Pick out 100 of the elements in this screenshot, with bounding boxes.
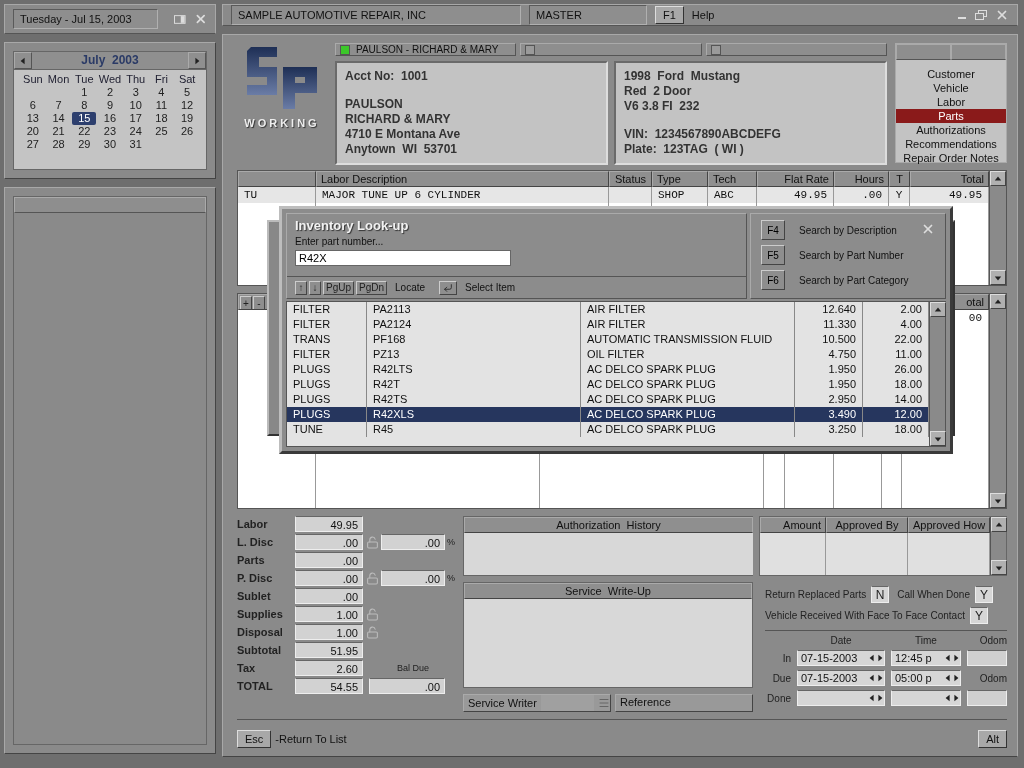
table-cell[interactable]: 12.00 — [863, 407, 929, 422]
menu-tab[interactable] — [951, 44, 1006, 60]
table-cell[interactable]: AC DELCO SPARK PLUG — [581, 407, 795, 422]
part-number-field[interactable]: R42X — [295, 250, 511, 266]
flag-label: Return Replaced Parts — [765, 589, 867, 600]
odometer-field[interactable] — [967, 650, 1007, 666]
menu-item[interactable]: Parts — [896, 109, 1006, 123]
close-icon[interactable] — [921, 222, 935, 236]
calendar-day[interactable]: 25 — [149, 125, 174, 138]
calendar-day[interactable]: 19 — [175, 112, 200, 125]
scroll-up-button[interactable] — [930, 302, 946, 317]
time-field[interactable]: 05:00 p — [891, 670, 961, 686]
calendar-day[interactable]: 11 — [149, 99, 174, 112]
calendar-day[interactable]: 10 — [123, 99, 148, 112]
menu-item[interactable]: Vehicle — [896, 81, 1006, 95]
function-key[interactable]: F5 — [761, 245, 785, 265]
table-cell[interactable]: PLUGS — [287, 407, 367, 422]
vehicle-line: 1998 Ford Mustang — [624, 69, 742, 84]
calendar-day[interactable]: 23 — [98, 125, 122, 138]
date-field[interactable]: 07-15-2003 — [797, 670, 885, 686]
odometer-field[interactable] — [967, 690, 1007, 706]
restore-icon[interactable] — [975, 10, 987, 20]
customer-tab[interactable] — [705, 43, 887, 56]
navigation-key[interactable]: PgUp — [323, 280, 354, 295]
calendar-day[interactable]: 16 — [98, 112, 122, 125]
scroll-up-button[interactable] — [990, 171, 1006, 186]
navigation-key[interactable]: ↑ — [295, 280, 307, 295]
menu-item[interactable]: Authorizations — [896, 123, 1006, 137]
navigation-key[interactable]: PgDn — [356, 280, 388, 295]
right-arrow-icon — [876, 654, 884, 662]
calendar-day[interactable]: 9 — [98, 99, 122, 112]
calendar-day[interactable]: 24 — [123, 125, 148, 138]
scroll-up-button[interactable] — [991, 517, 1007, 532]
calendar-day[interactable]: 26 — [175, 125, 200, 138]
calendar-day[interactable]: 8 — [72, 99, 97, 112]
scroll-down-button[interactable] — [930, 431, 946, 446]
calendar-day[interactable]: 22 — [72, 125, 97, 138]
close-icon[interactable] — [995, 8, 1009, 22]
time-field[interactable] — [891, 690, 961, 706]
calendar-day[interactable]: 30 — [98, 138, 122, 151]
yes-no-field[interactable]: Y — [975, 586, 993, 603]
table-cell[interactable]: 3.490 — [795, 407, 863, 422]
window-title: SAMPLE AUTOMOTIVE REPAIR, INC — [231, 5, 521, 25]
calendar-day[interactable]: 4 — [149, 86, 174, 99]
previous-month-button[interactable] — [14, 52, 32, 69]
yes-no-field[interactable]: Y — [969, 607, 988, 624]
enter-key[interactable] — [439, 280, 458, 295]
scroll-down-button[interactable] — [991, 560, 1007, 575]
calendar-day[interactable]: 17 — [123, 112, 148, 125]
menu-item[interactable]: Labor — [896, 95, 1006, 109]
total-label: Disposal — [237, 625, 284, 640]
customer-tab[interactable]: PAULSON - RICHARD & MARY — [335, 43, 517, 56]
calendar-day[interactable]: 21 — [46, 125, 71, 138]
calendar-day[interactable]: 13 — [20, 112, 45, 125]
scroll-down-button[interactable] — [990, 270, 1006, 285]
calendar-day[interactable]: 29 — [72, 138, 97, 151]
calendar-day[interactable]: 14 — [46, 112, 71, 125]
calendar-day[interactable]: 27 — [20, 138, 45, 151]
calendar-day[interactable]: 18 — [149, 112, 174, 125]
calendar-day[interactable]: 12 — [175, 99, 200, 112]
calendar-day[interactable]: 20 — [20, 125, 45, 138]
table-cell: Y — [889, 187, 910, 203]
weekday-label: Wed — [97, 73, 123, 86]
navigation-key[interactable]: ↓ — [309, 280, 321, 295]
alt-key[interactable]: Alt — [978, 730, 1007, 748]
prompt-label: Enter part number... — [295, 236, 385, 247]
reference-field[interactable]: Reference — [615, 694, 753, 712]
calendar-day[interactable]: 5 — [175, 86, 200, 99]
weekday-label: Thu — [125, 73, 147, 86]
function-key[interactable]: F4 — [761, 220, 785, 240]
calendar-day[interactable]: 7 — [46, 99, 71, 112]
calendar-day[interactable]: 2 — [98, 86, 122, 99]
time-field[interactable]: 12:45 p — [891, 650, 961, 666]
function-key[interactable]: F6 — [761, 270, 785, 290]
next-month-button[interactable] — [188, 52, 206, 69]
calendar-day[interactable]: 28 — [46, 138, 71, 151]
scroll-down-button[interactable] — [990, 493, 1006, 508]
yes-no-field[interactable]: N — [871, 586, 890, 603]
calendar-day[interactable]: 3 — [123, 86, 148, 99]
menu-item[interactable]: Repair Order Notes — [896, 151, 1006, 165]
down-arrow-icon — [995, 563, 1003, 572]
add-row-button[interactable]: + — [240, 296, 252, 309]
scroll-up-button[interactable] — [990, 294, 1006, 309]
menu-item[interactable]: Recommendations — [896, 137, 1006, 151]
date-field[interactable]: 07-15-2003 — [797, 650, 885, 666]
remove-row-button[interactable]: - — [253, 296, 265, 309]
table-cell[interactable]: R42XLS — [367, 407, 581, 422]
restore-icon[interactable] — [173, 14, 186, 24]
calendar-day[interactable]: 15 — [72, 112, 97, 125]
escape-key[interactable]: Esc — [237, 730, 272, 748]
calendar-day[interactable]: 1 — [72, 86, 97, 99]
customer-tab[interactable] — [520, 43, 702, 56]
menu-tab[interactable] — [896, 44, 951, 60]
help-key[interactable]: F1 — [655, 6, 684, 24]
service-writer-field[interactable]: Service Writer — [463, 694, 611, 712]
calendar-day[interactable]: 6 — [20, 99, 45, 112]
date-field[interactable] — [797, 690, 885, 706]
menu-item[interactable]: Customer — [896, 67, 1006, 81]
vehicle-line: Red 2 Door — [624, 84, 693, 99]
calendar-day[interactable]: 31 — [123, 138, 148, 151]
